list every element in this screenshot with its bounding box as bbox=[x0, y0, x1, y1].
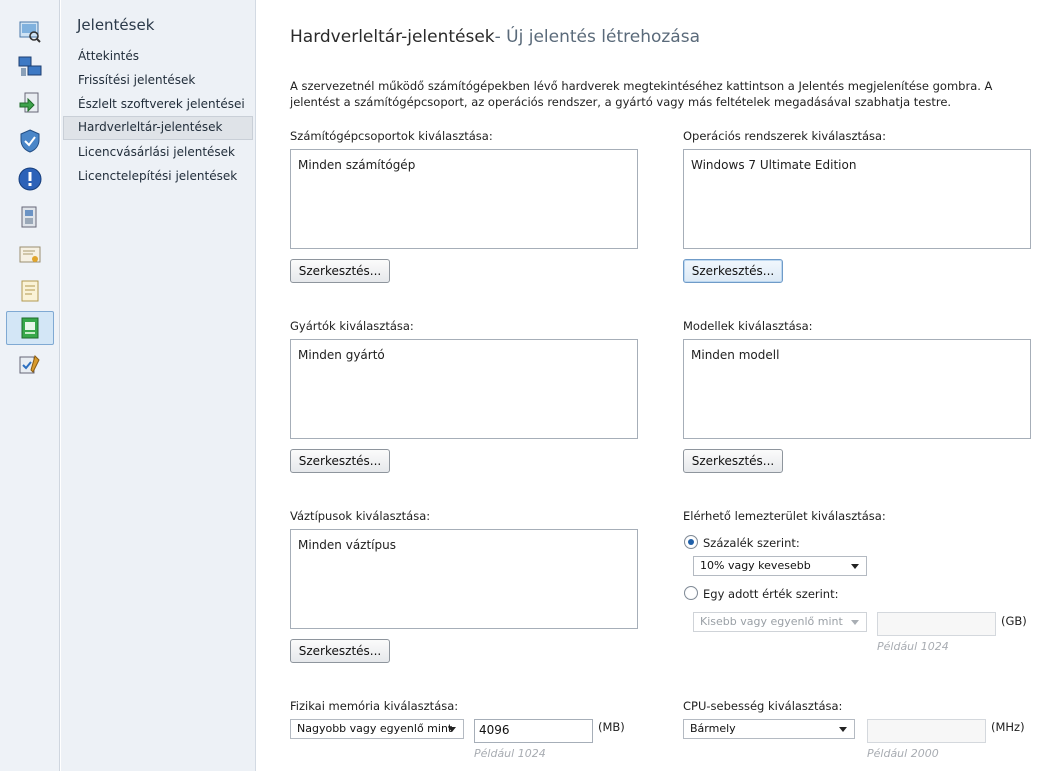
cpu-label: CPU-sebesség kiválasztása: bbox=[683, 699, 843, 713]
alerts-icon[interactable] bbox=[6, 162, 54, 196]
cpu-example-hint: Például 2000 bbox=[867, 747, 939, 760]
cpu-comparison-select[interactable]: Bármely bbox=[683, 719, 855, 739]
chevron-down-icon bbox=[448, 727, 456, 732]
hardware-inventory-icon[interactable] bbox=[6, 311, 54, 345]
security-shield-icon[interactable] bbox=[6, 124, 54, 158]
models-label: Modellek kiválasztása: bbox=[683, 319, 813, 333]
page-title-text: Hardverleltár-jelentések bbox=[290, 27, 495, 47]
nav-item-license-install-reports[interactable]: Licenctelepítési jelentések bbox=[63, 165, 253, 187]
disk-percent-select-value: 10% vagy kevesebb bbox=[700, 559, 811, 572]
nav-item-overview[interactable]: Áttekintés bbox=[63, 45, 253, 67]
operating-systems-edit-button[interactable]: Szerkesztés... bbox=[683, 259, 783, 283]
nav-title: Jelentések bbox=[77, 16, 155, 34]
updates-icon[interactable] bbox=[6, 86, 54, 120]
memory-unit-label: (MB) bbox=[598, 720, 625, 734]
disk-amount-input[interactable] bbox=[877, 612, 996, 636]
operating-systems-list[interactable]: Windows 7 Ultimate Edition bbox=[683, 149, 1031, 249]
manufacturers-list[interactable]: Minden gyártó bbox=[290, 339, 638, 439]
computer-groups-label: Számítógépcsoportok kiválasztása: bbox=[290, 129, 493, 143]
main-content: Hardverleltár-jelentések- Új jelentés lé… bbox=[256, 0, 1052, 771]
computer-groups-list[interactable]: Minden számítógép bbox=[290, 149, 638, 249]
cpu-amount-input[interactable] bbox=[867, 719, 986, 743]
overview-icon[interactable] bbox=[6, 14, 54, 48]
nav-item-detected-software-reports[interactable]: Észlelt szoftverek jelentései bbox=[63, 93, 253, 115]
disk-comparison-select[interactable]: Kisebb vagy egyenlő mint bbox=[693, 612, 867, 632]
disk-unit-label: (GB) bbox=[1001, 614, 1027, 628]
memory-amount-input[interactable]: 4096 bbox=[474, 719, 593, 743]
cpu-unit-label: (MHz) bbox=[991, 720, 1025, 734]
chassis-value: Minden váztípus bbox=[298, 538, 396, 552]
disk-space-label: Elérhető lemezterület kiválasztása: bbox=[683, 509, 886, 523]
disk-percent-select[interactable]: 10% vagy kevesebb bbox=[693, 556, 867, 576]
page-title: Hardverleltár-jelentések- Új jelentés lé… bbox=[290, 27, 700, 47]
computer-groups-value: Minden számítógép bbox=[298, 158, 416, 172]
disk-percent-label: Százalék szerint: bbox=[703, 536, 800, 550]
nav-item-hardware-inventory-reports[interactable]: Hardverleltár-jelentések bbox=[63, 116, 253, 140]
models-value: Minden modell bbox=[691, 348, 780, 362]
disk-value-radio[interactable] bbox=[684, 586, 698, 600]
chevron-down-icon bbox=[851, 564, 859, 569]
disk-example-hint: Például 1024 bbox=[877, 640, 949, 653]
nav-item-update-reports[interactable]: Frissítési jelentések bbox=[63, 69, 253, 91]
license-icon[interactable] bbox=[6, 238, 54, 272]
memory-example-hint: Például 1024 bbox=[474, 747, 546, 760]
nav-item-license-purchase-reports[interactable]: Licencvásárlási jelentések bbox=[63, 141, 253, 163]
navigation-pane: Jelentések Áttekintés Frissítési jelenté… bbox=[61, 0, 256, 771]
disk-value-label: Egy adott érték szerint: bbox=[703, 587, 839, 601]
page-description: A szervezetnél működő számítógépekben lé… bbox=[290, 79, 993, 109]
cpu-comparison-select-value: Bármely bbox=[690, 722, 736, 735]
computers-icon[interactable] bbox=[6, 50, 54, 84]
operating-systems-label: Operációs rendszerek kiválasztása: bbox=[683, 129, 886, 143]
software-icon[interactable] bbox=[6, 200, 54, 234]
memory-label: Fizikai memória kiválasztása: bbox=[290, 699, 459, 713]
icon-bar bbox=[0, 0, 60, 771]
disk-percent-radio[interactable] bbox=[684, 535, 698, 549]
reports-document-icon[interactable] bbox=[6, 274, 54, 308]
page-subtitle: - Új jelentés létrehozása bbox=[494, 27, 700, 47]
chevron-down-icon bbox=[851, 620, 859, 625]
settings-tools-icon[interactable] bbox=[6, 348, 54, 382]
memory-comparison-select[interactable]: Nagyobb vagy egyenlő mint bbox=[290, 719, 464, 739]
operating-systems-value: Windows 7 Ultimate Edition bbox=[691, 158, 857, 172]
computer-groups-edit-button[interactable]: Szerkesztés... bbox=[290, 259, 390, 283]
chassis-edit-button[interactable]: Szerkesztés... bbox=[290, 639, 390, 663]
chassis-label: Váztípusok kiválasztása: bbox=[290, 509, 431, 523]
chevron-down-icon bbox=[839, 727, 847, 732]
chassis-list[interactable]: Minden váztípus bbox=[290, 529, 638, 629]
models-edit-button[interactable]: Szerkesztés... bbox=[683, 449, 783, 473]
manufacturers-label: Gyártók kiválasztása: bbox=[290, 319, 414, 333]
models-list[interactable]: Minden modell bbox=[683, 339, 1031, 439]
manufacturers-edit-button[interactable]: Szerkesztés... bbox=[290, 449, 390, 473]
disk-comparison-select-value: Kisebb vagy egyenlő mint bbox=[700, 615, 843, 628]
manufacturers-value: Minden gyártó bbox=[298, 348, 385, 362]
memory-comparison-select-value: Nagyobb vagy egyenlő mint bbox=[297, 722, 453, 735]
